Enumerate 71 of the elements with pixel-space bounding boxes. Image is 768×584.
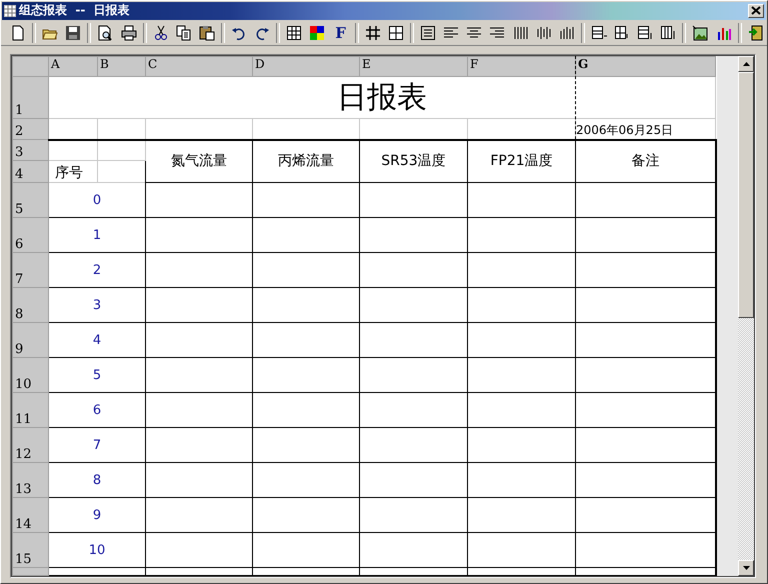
row-header[interactable]: 8 [12,288,48,322]
index-cell: 7 [48,428,146,462]
table-icon [388,24,404,41]
row-header[interactable]: 13 [12,462,48,498]
scrollbar-thumb[interactable] [738,72,754,318]
window-title: 组态报表 -- 日报表 [19,2,130,20]
magnifier-page-icon [97,24,114,41]
row-header[interactable]: 9 [12,322,48,358]
up-arrow-icon [742,62,750,66]
column-header[interactable]: E [360,56,468,76]
index-cell: 3 [48,288,146,322]
insert-row-icon [590,24,607,41]
index-cell: 6 [48,392,146,428]
index-cell: 2 [48,252,146,288]
index-cell: 4 [48,322,146,358]
down-arrow-icon [742,566,750,570]
row-header[interactable]: 14 [12,498,48,532]
delete-column-icon [660,24,676,41]
align-box-icon [420,24,436,41]
index-cell: 8 [48,462,146,498]
vertical-lines-icon [536,24,552,41]
column-header[interactable]: B [98,56,146,76]
index-cell: 5 [48,358,146,392]
close-button[interactable] [748,4,764,18]
column-heading: 氮气流量 [146,140,252,182]
index-cell: 9 [48,498,146,532]
index-cell: 10 [48,532,146,568]
scroll-up-button[interactable] [738,56,754,72]
close-icon [751,6,761,16]
sheet-icon [4,4,16,17]
copy-icon [176,24,192,41]
row-header[interactable]: 5 [12,182,48,218]
exit-door-icon [748,24,764,41]
row-header[interactable]: 7 [12,252,48,288]
column-heading: SR53温度 [360,140,468,182]
column-heading: FP21温度 [468,140,576,182]
borders-icon [364,24,381,41]
row-header[interactable]: 12 [12,428,48,462]
report-title: 日报表 [48,76,716,118]
row-header[interactable]: 3 [12,140,48,160]
column-header[interactable]: F [468,56,576,76]
index-cell: 1 [48,218,146,252]
row-header[interactable]: 4 [12,160,48,182]
document-icon [10,24,26,41]
delete-row-icon [637,24,654,41]
row-header[interactable]: 15 [12,532,48,568]
row-header[interactable]: 2 [12,118,48,140]
vertical-lines-icon [512,24,528,41]
column-header[interactable]: D [252,56,360,76]
column-heading: 丙烯流量 [252,140,360,182]
grid-icon [286,24,302,41]
index-heading: 序号 [48,160,98,182]
row-header[interactable]: 11 [12,392,48,428]
printer-icon [120,24,137,41]
column-heading: 备注 [576,140,716,182]
row-header[interactable]: 1 [12,76,48,118]
column-header[interactable]: A [48,56,98,76]
font-button[interactable]: F [329,22,352,44]
column-header[interactable]: C [146,56,252,76]
color-squares-icon [309,24,326,41]
insert-column-icon [614,24,630,41]
clipboard-icon [198,24,215,41]
picture-icon [692,24,708,41]
scroll-down-button[interactable] [738,560,754,576]
row-header[interactable]: 10 [12,358,48,392]
scissors-icon [152,24,169,41]
report-date: 2006年06月25日 [576,118,716,140]
vertical-lines-icon [558,24,575,41]
index-cell: 0 [48,182,146,218]
row-header[interactable]: 6 [12,218,48,252]
column-header[interactable]: G [576,56,716,76]
